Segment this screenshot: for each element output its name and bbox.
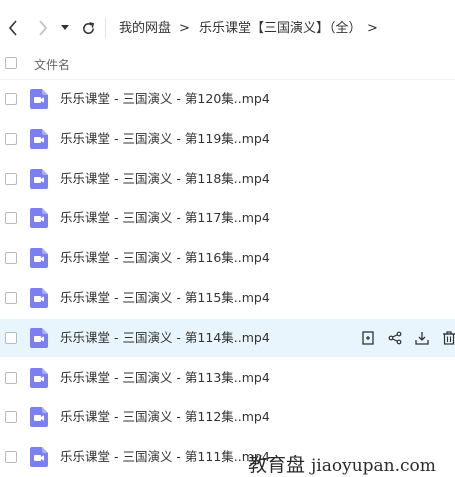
file-row[interactable]: 乐乐课堂 - 三国演义 - 第119集..mp4 xyxy=(0,120,455,158)
file-name[interactable]: 乐乐课堂 - 三国演义 - 第115集..mp4 xyxy=(60,290,270,306)
video-file-icon xyxy=(30,248,48,269)
file-row[interactable]: 乐乐课堂 - 三国演义 - 第115集..mp4 xyxy=(0,279,455,317)
file-row[interactable]: 乐乐课堂 - 三国演义 - 第114集..mp4 xyxy=(0,318,455,357)
row-checkbox[interactable] xyxy=(5,132,17,145)
file-row[interactable]: 乐乐课堂 - 三国演义 - 第113集..mp4 xyxy=(0,359,455,397)
video-file-icon xyxy=(30,327,48,348)
file-row[interactable]: 乐乐课堂 - 三国演义 - 第112集..mp4 xyxy=(0,398,455,436)
row-checkbox[interactable] xyxy=(5,172,17,185)
forward-arrow-icon xyxy=(39,20,48,36)
file-name[interactable]: 乐乐课堂 - 三国演义 - 第116集..mp4 xyxy=(60,250,270,266)
row-checkbox[interactable] xyxy=(5,411,17,424)
file-name-column-header[interactable]: 文件名 xyxy=(34,57,70,73)
file-name[interactable]: 乐乐课堂 - 三国演义 - 第118集..mp4 xyxy=(60,171,270,187)
row-checkbox[interactable] xyxy=(5,331,17,344)
caret-down-icon xyxy=(61,25,69,30)
file-row[interactable]: 乐乐课堂 - 三国演义 - 第117集..mp4 xyxy=(0,199,455,237)
video-file-icon xyxy=(30,288,48,308)
refresh-button[interactable] xyxy=(77,16,99,40)
watermark-cn: 教育盘 xyxy=(248,454,306,476)
history-dropdown-button[interactable] xyxy=(56,16,74,40)
breadcrumb-current-folder[interactable]: 乐乐课堂【三国演义】（全） xyxy=(199,20,362,38)
row-checkbox[interactable] xyxy=(5,292,17,304)
download-icon[interactable] xyxy=(415,330,431,346)
video-file-icon xyxy=(30,447,48,468)
file-name[interactable]: 乐乐课堂 - 三国演义 - 第114集..mp4 xyxy=(60,330,270,346)
file-name[interactable]: 乐乐课堂 - 三国演义 - 第112集..mp4 xyxy=(60,409,270,425)
video-file-icon xyxy=(30,367,48,388)
file-name[interactable]: 乐乐课堂 - 三国演义 - 第117集..mp4 xyxy=(60,210,270,226)
toolbar-divider xyxy=(105,18,106,38)
row-checkbox[interactable] xyxy=(5,252,17,265)
file-row[interactable]: 乐乐课堂 - 三国演义 - 第118集..mp4 xyxy=(0,160,455,198)
breadcrumb-root[interactable]: 我的网盘 xyxy=(119,20,171,38)
file-name[interactable]: 乐乐课堂 - 三国演义 - 第113集..mp4 xyxy=(60,370,270,386)
file-row[interactable]: 乐乐课堂 - 三国演义 - 第116集..mp4 xyxy=(0,239,455,277)
share-icon[interactable] xyxy=(388,330,404,346)
video-file-icon xyxy=(30,208,48,229)
row-checkbox[interactable] xyxy=(5,93,17,105)
file-row[interactable]: 乐乐课堂 - 三国演义 - 第120集..mp4 xyxy=(0,80,455,118)
back-arrow-icon xyxy=(8,20,17,36)
video-file-icon xyxy=(30,89,48,109)
video-file-icon xyxy=(30,168,48,189)
file-name[interactable]: 乐乐课堂 - 三国演义 - 第119集..mp4 xyxy=(60,131,270,147)
watermark-en: jiaoyupan.com xyxy=(311,456,436,476)
row-checkbox[interactable] xyxy=(5,371,17,384)
watermark: 教育盘 jiaoyupan.com xyxy=(248,450,436,477)
row-checkbox[interactable] xyxy=(5,212,17,225)
forward-button[interactable] xyxy=(32,16,54,40)
delete-icon[interactable] xyxy=(442,330,455,346)
breadcrumb-separator: > xyxy=(367,21,378,36)
row-checkbox[interactable] xyxy=(5,451,17,464)
refresh-icon xyxy=(82,21,94,34)
file-name[interactable]: 乐乐课堂 - 三国演义 - 第111集..mp4 xyxy=(60,449,270,465)
video-file-icon xyxy=(30,128,48,149)
breadcrumb-separator: > xyxy=(179,21,190,36)
video-file-icon xyxy=(30,407,48,428)
toolbar: 我的网盘 > 乐乐课堂【三国演义】（全） > xyxy=(0,0,455,55)
select-all-checkbox[interactable] xyxy=(5,57,17,69)
file-list-header: 文件名 xyxy=(0,55,455,80)
info-icon[interactable] xyxy=(361,330,377,346)
back-button[interactable] xyxy=(2,16,24,40)
file-name[interactable]: 乐乐课堂 - 三国演义 - 第120集..mp4 xyxy=(60,91,270,107)
